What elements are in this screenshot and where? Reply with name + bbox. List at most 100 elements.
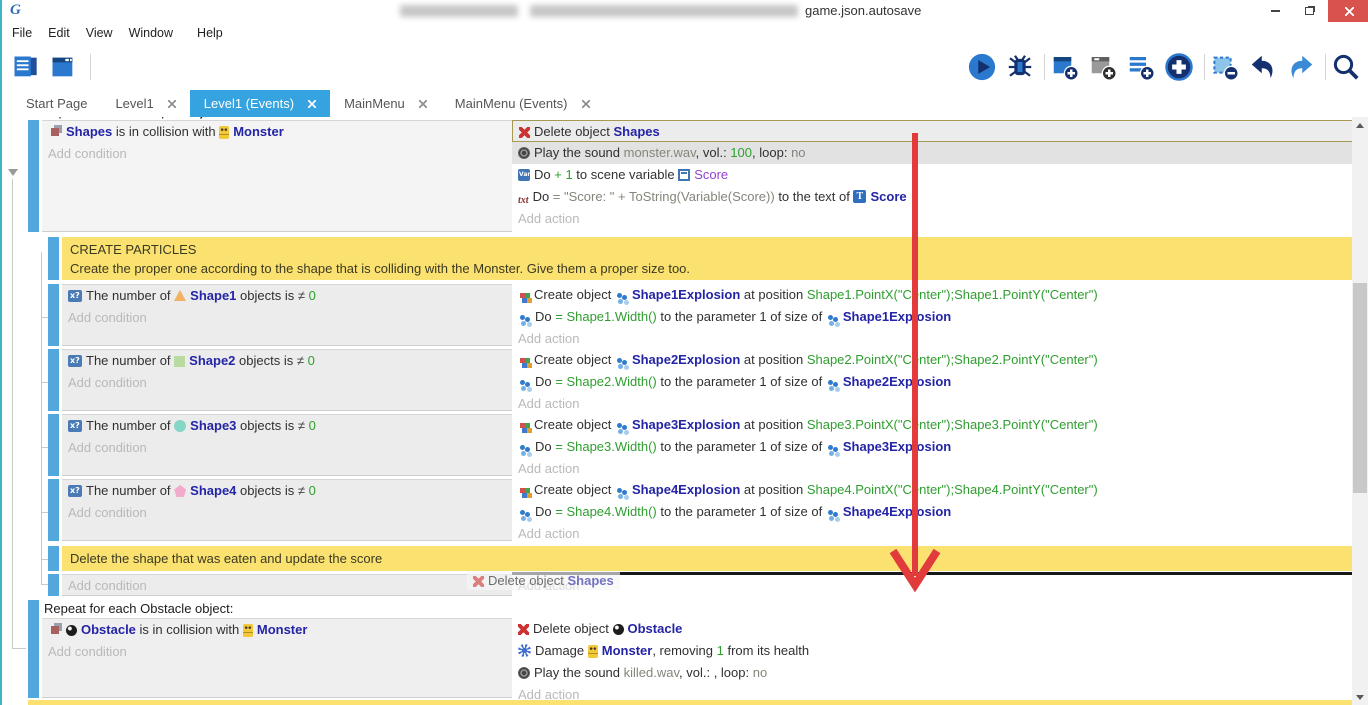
action-row-scene-variable[interactable]: Do + 1 to scene variable Score bbox=[512, 164, 1354, 186]
redo-button[interactable] bbox=[1286, 51, 1316, 83]
event-bar[interactable] bbox=[48, 284, 59, 346]
clipped-bottom-comment bbox=[28, 700, 1354, 705]
remove-selection-button[interactable] bbox=[1210, 51, 1240, 83]
action-row-create-object[interactable]: Create object Shape2Explosion at positio… bbox=[512, 349, 1354, 371]
menu-window[interactable]: Window bbox=[121, 24, 181, 42]
undo-icon bbox=[1248, 52, 1278, 82]
condition-row[interactable]: Obstacle is in collision with Monster bbox=[42, 619, 512, 641]
action-row-text-object[interactable]: txtDo = "Score: " + ToString(Variable(Sc… bbox=[512, 186, 1354, 208]
action-row-create-object[interactable]: Create object Shape1Explosion at positio… bbox=[512, 284, 1354, 306]
delete-icon bbox=[473, 576, 484, 587]
tab-level1[interactable]: Level1 bbox=[101, 90, 189, 117]
close-button[interactable] bbox=[1328, 0, 1368, 22]
tree-expander-icon[interactable] bbox=[8, 169, 18, 176]
action-row-size-param[interactable]: Do = Shape2.Width() to the parameter 1 o… bbox=[512, 371, 1354, 393]
tab-close-icon[interactable] bbox=[419, 100, 427, 108]
action-row-play-sound[interactable]: Play the sound monster.wav, vol.: 100, l… bbox=[512, 142, 1354, 164]
event-bar[interactable] bbox=[28, 120, 39, 232]
create-object-icon bbox=[520, 488, 525, 493]
menu-help[interactable]: Help bbox=[189, 24, 231, 42]
add-action[interactable]: Add action bbox=[512, 393, 1354, 415]
add-condition[interactable]: Add condition bbox=[62, 372, 512, 394]
empty-event-actions-drop-target[interactable]: Add action bbox=[512, 572, 1354, 596]
add-action[interactable]: Add action bbox=[512, 208, 1354, 230]
tab-close-icon[interactable] bbox=[308, 100, 316, 108]
add-condition[interactable]: Add condition bbox=[62, 437, 512, 459]
condition-row[interactable]: Shapes is in collision with Monster bbox=[42, 121, 512, 143]
menu-edit[interactable]: Edit bbox=[40, 24, 78, 42]
tab-close-icon[interactable] bbox=[168, 100, 176, 108]
add-action[interactable]: Add action bbox=[512, 458, 1354, 480]
vertical-scrollbar[interactable] bbox=[1352, 117, 1368, 705]
add-comment-button[interactable] bbox=[1126, 51, 1156, 83]
action-text: Do bbox=[534, 167, 554, 182]
scrollbar-thumb[interactable] bbox=[1353, 283, 1367, 493]
action-text: Do bbox=[533, 189, 553, 204]
repeat-obstacle-header[interactable]: Repeat for each Obstacle object: bbox=[44, 601, 233, 616]
action-row-size-param[interactable]: Do = Shape3.Width() to the parameter 1 o… bbox=[512, 436, 1354, 458]
search-button[interactable] bbox=[1331, 51, 1361, 83]
tab-label: Level1 bbox=[115, 96, 153, 111]
event-bar[interactable] bbox=[48, 414, 59, 476]
add-other-event-button[interactable] bbox=[1164, 51, 1194, 83]
debug-button[interactable] bbox=[1005, 51, 1035, 83]
action-row-play-sound[interactable]: Play the sound killed.wav, vol.: , loop:… bbox=[512, 662, 1354, 684]
add-event-button[interactable] bbox=[1050, 51, 1080, 83]
tab-mainmenu-events[interactable]: MainMenu (Events) bbox=[441, 90, 604, 117]
obstacle-bomb-icon bbox=[613, 624, 624, 635]
condition-row[interactable]: The number of Shape3 objects is ≠ 0 bbox=[62, 415, 512, 437]
event-bar[interactable] bbox=[48, 237, 59, 280]
add-condition[interactable]: Add condition bbox=[62, 502, 512, 524]
obstacle-bomb-icon bbox=[66, 625, 77, 636]
shape1-conditions: The number of Shape1 objects is ≠ 0 Add … bbox=[62, 284, 512, 346]
tab-close-icon[interactable] bbox=[582, 100, 590, 108]
toolbar-separator bbox=[1325, 54, 1326, 80]
menu-view[interactable]: View bbox=[78, 24, 121, 42]
action-row-size-param[interactable]: Do = Shape4.Width() to the parameter 1 o… bbox=[512, 501, 1354, 523]
comment-create-particles[interactable]: CREATE PARTICLES Create the proper one a… bbox=[62, 237, 1354, 280]
particles-icon bbox=[828, 445, 833, 450]
add-subevent-button[interactable] bbox=[1088, 51, 1118, 83]
add-action[interactable]: Add action bbox=[512, 523, 1354, 545]
scene-editor-button[interactable] bbox=[48, 51, 78, 83]
loop-value: no bbox=[753, 665, 767, 680]
action-row-delete-obstacle[interactable]: Delete object Obstacle bbox=[512, 618, 1354, 640]
action-row-damage-monster[interactable]: Damage Monster, removing 1 from its heal… bbox=[512, 640, 1354, 662]
add-action[interactable]: Add action bbox=[512, 328, 1354, 350]
add-condition[interactable]: Add condition bbox=[42, 641, 512, 663]
event-bar[interactable] bbox=[48, 574, 59, 596]
event-bar[interactable] bbox=[48, 349, 59, 411]
object-name: Shape2Explosion bbox=[632, 352, 740, 367]
minimize-button[interactable] bbox=[1260, 0, 1290, 22]
add-condition[interactable]: Add condition bbox=[62, 307, 512, 329]
scroll-up-button[interactable] bbox=[1352, 117, 1368, 133]
action-row-size-param[interactable]: Do = Shape1.Width() to the parameter 1 o… bbox=[512, 306, 1354, 328]
damage-value: 1 bbox=[717, 643, 724, 658]
shape2-square-icon bbox=[174, 356, 185, 367]
play-button[interactable] bbox=[967, 51, 997, 83]
scroll-down-button[interactable] bbox=[1352, 689, 1368, 705]
action-text: Create object bbox=[534, 352, 615, 367]
undo-button[interactable] bbox=[1248, 51, 1278, 83]
project-manager-button[interactable] bbox=[10, 51, 40, 83]
tab-mainmenu[interactable]: MainMenu bbox=[330, 90, 441, 117]
add-condition[interactable]: Add condition bbox=[42, 143, 512, 165]
action-row-delete-shapes[interactable]: Delete object Shapes bbox=[512, 120, 1354, 142]
blurred-title-segment bbox=[530, 5, 798, 17]
action-row-create-object[interactable]: Create object Shape3Explosion at positio… bbox=[512, 414, 1354, 436]
tab-level1-events[interactable]: Level1 (Events) bbox=[190, 90, 330, 117]
object-name: Shape1Explosion bbox=[843, 309, 951, 324]
condition-row[interactable]: The number of Shape1 objects is ≠ 0 bbox=[62, 285, 512, 307]
menu-file[interactable]: File bbox=[4, 24, 40, 42]
restore-button[interactable] bbox=[1294, 0, 1324, 22]
comment-delete-shape[interactable]: Delete the shape that was eaten and upda… bbox=[62, 546, 1354, 571]
tab-start-page[interactable]: Start Page bbox=[12, 90, 101, 117]
condition-row[interactable]: The number of Shape2 objects is ≠ 0 bbox=[62, 350, 512, 372]
event-bar[interactable] bbox=[48, 479, 59, 541]
add-action[interactable]: Add action bbox=[512, 575, 1354, 597]
action-row-create-object[interactable]: Create object Shape4Explosion at positio… bbox=[512, 479, 1354, 501]
event-bar[interactable] bbox=[48, 546, 59, 571]
event-bar[interactable] bbox=[28, 600, 39, 698]
condition-row[interactable]: The number of Shape4 objects is ≠ 0 bbox=[62, 480, 512, 502]
add-condition[interactable]: Add condition bbox=[62, 575, 512, 597]
